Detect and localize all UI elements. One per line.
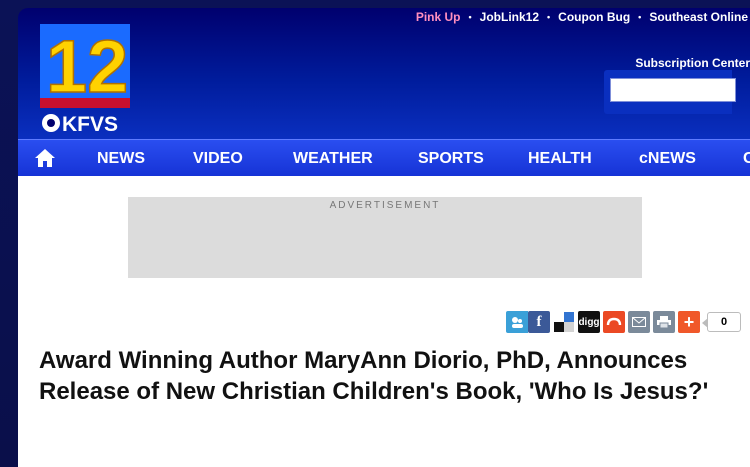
main-content: ADVERTISEMENT f digg + 0 Award Winning A… xyxy=(18,176,750,467)
share-toolbar: f digg + 0 xyxy=(506,311,741,333)
top-link-joblink12[interactable]: JobLink12 xyxy=(478,10,541,24)
advertisement-label: ADVERTISEMENT xyxy=(329,200,441,211)
subscription-center-link[interactable]: Subscription Center xyxy=(635,56,750,70)
nav-cnews[interactable]: cNEWS xyxy=(639,150,696,168)
logo-call-sign: KFVS xyxy=(62,113,118,136)
nav-video[interactable]: VIDEO xyxy=(193,150,243,168)
facebook-icon[interactable]: f xyxy=(528,311,550,333)
top-link-southeast-online[interactable]: Southeast Online xyxy=(647,10,750,24)
nav-health[interactable]: HEALTH xyxy=(528,150,592,168)
top-links-bar: Pink Up • JobLink12 • Coupon Bug • South… xyxy=(414,8,750,26)
email-icon[interactable] xyxy=(628,311,650,333)
nav-next[interactable]: C xyxy=(743,150,750,168)
nav-news[interactable]: NEWS xyxy=(97,150,145,168)
logo-number: 12 xyxy=(46,25,128,108)
advertisement-banner[interactable]: ADVERTISEMENT xyxy=(128,197,642,278)
top-link-pink-up[interactable]: Pink Up xyxy=(414,10,463,24)
print-icon[interactable] xyxy=(653,311,675,333)
main-nav: NEWS VIDEO WEATHER SPORTS HEALTH cNEWS C xyxy=(18,139,750,176)
search-container xyxy=(604,70,736,114)
search-input[interactable] xyxy=(610,78,736,102)
link-separator: • xyxy=(638,12,642,22)
link-separator: • xyxy=(547,12,551,22)
nav-sports[interactable]: SPORTS xyxy=(418,150,484,168)
stumbleupon-icon[interactable] xyxy=(603,311,625,333)
home-icon[interactable] xyxy=(34,148,56,168)
top-link-coupon-bug[interactable]: Coupon Bug xyxy=(556,10,632,24)
article-headline: Award Winning Author MaryAnn Diorio, PhD… xyxy=(39,347,709,405)
delicious-icon[interactable] xyxy=(553,311,575,333)
link-separator: • xyxy=(468,12,472,22)
digg-icon[interactable]: digg xyxy=(578,311,600,333)
addthis-icon[interactable]: + xyxy=(678,311,700,333)
kfvs-12-logo[interactable]: 12 KFVS xyxy=(38,20,132,136)
nav-weather[interactable]: WEATHER xyxy=(293,150,373,168)
myspace-icon[interactable] xyxy=(506,311,528,333)
share-count: 0 xyxy=(702,312,741,332)
